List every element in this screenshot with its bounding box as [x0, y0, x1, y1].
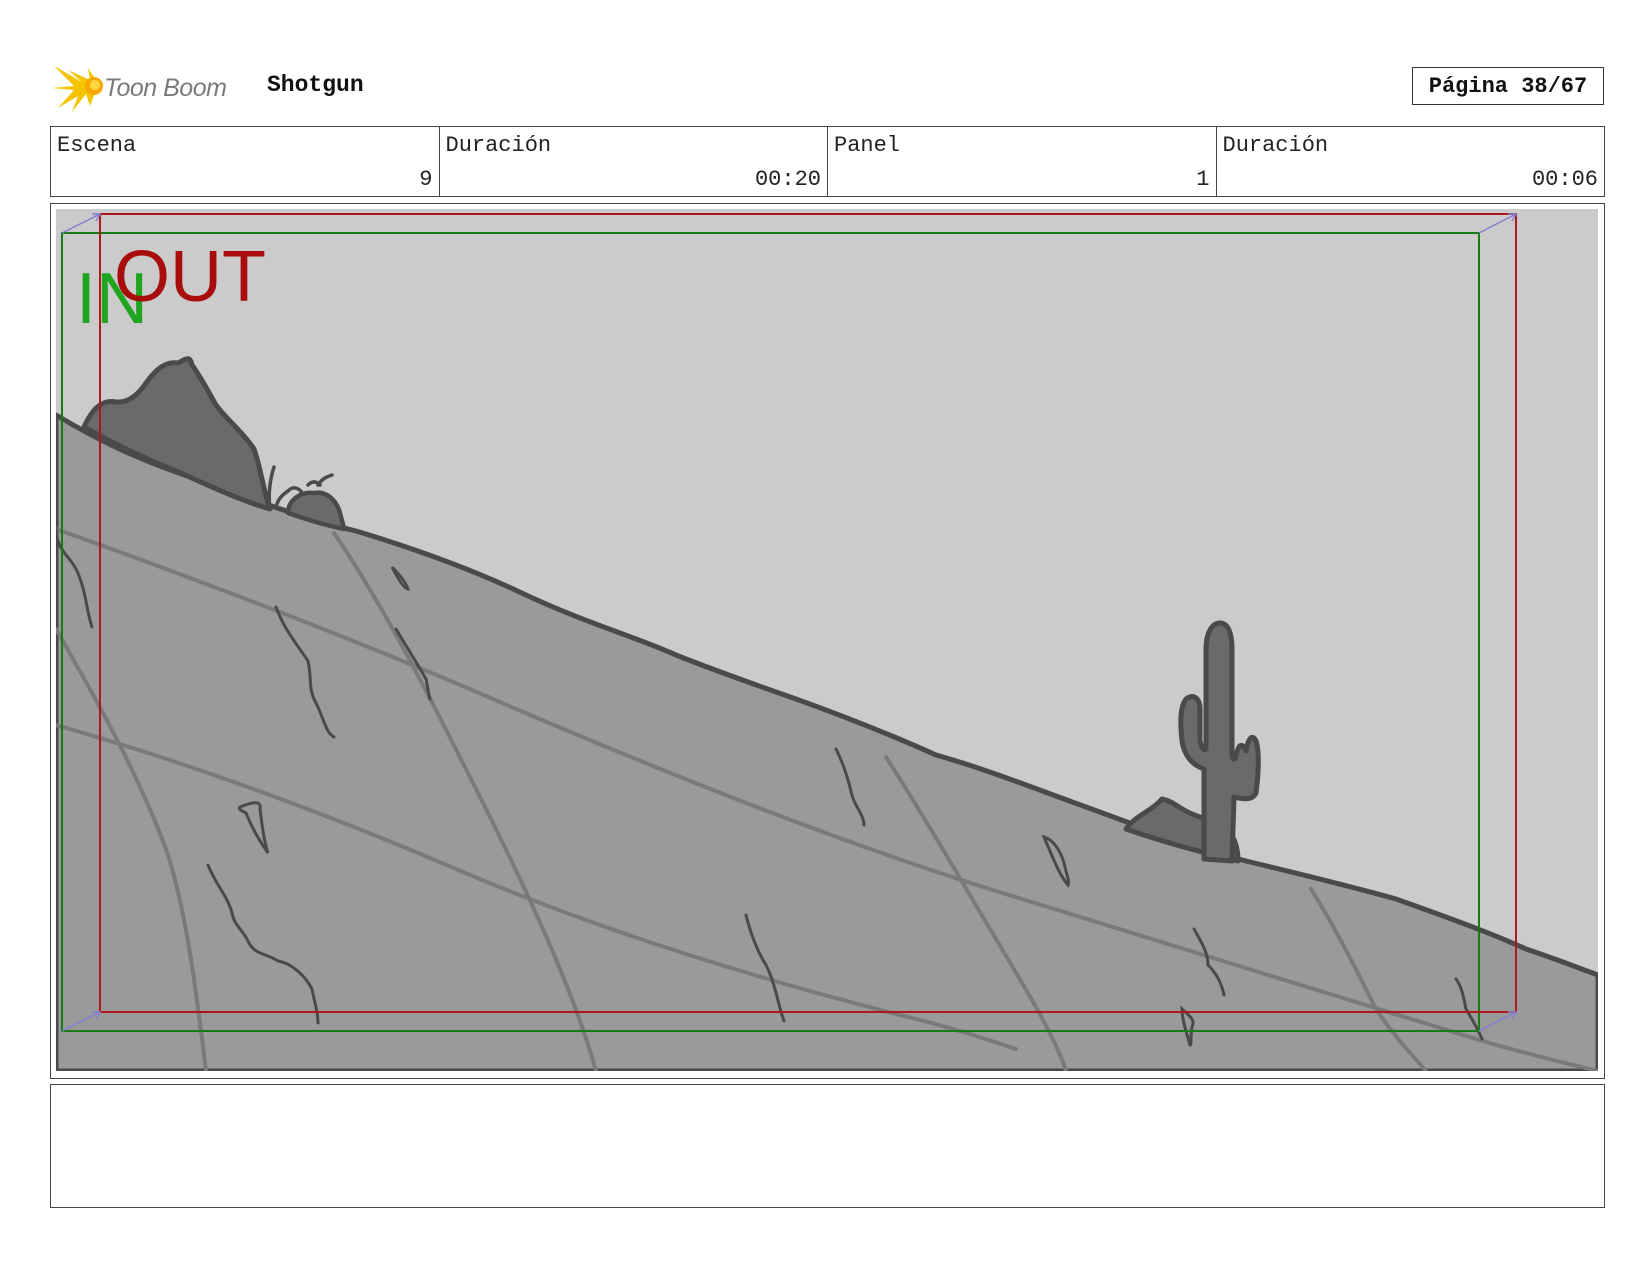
starburst-logo-icon [52, 66, 104, 112]
panel-cell: Panel 1 [828, 127, 1217, 196]
panel-value: 1 [1196, 167, 1210, 192]
scene-duration-value: 00:20 [754, 167, 821, 192]
panel-label: Panel [834, 133, 901, 158]
scene-cell: Escena 9 [51, 127, 440, 196]
panel-duration-value: 00:06 [1531, 167, 1598, 192]
scene-duration-label: Duración [445, 133, 552, 158]
logo-text: Toon Boom [104, 73, 227, 102]
toon-boom-logo: Toon Boom [52, 60, 227, 116]
scene-value: 9 [419, 167, 433, 192]
panel-duration-label: Duración [1222, 133, 1329, 158]
scene-label: Escena [57, 133, 137, 158]
page-number: Página 38/67 [1412, 67, 1604, 105]
panel-drawing: IN OUT [56, 209, 1598, 1071]
project-title: Shotgun [267, 72, 364, 98]
panel-notes-box[interactable] [50, 1084, 1605, 1208]
scene-duration-cell: Duración 00:20 [440, 127, 828, 196]
storyboard-panel: IN OUT [50, 203, 1605, 1079]
panel-info-table: Escena 9 Duración 00:20 Panel 1 Duración… [50, 126, 1605, 197]
out-marker: OUT [114, 237, 266, 317]
panel-duration-cell: Duración 00:06 [1217, 127, 1605, 196]
